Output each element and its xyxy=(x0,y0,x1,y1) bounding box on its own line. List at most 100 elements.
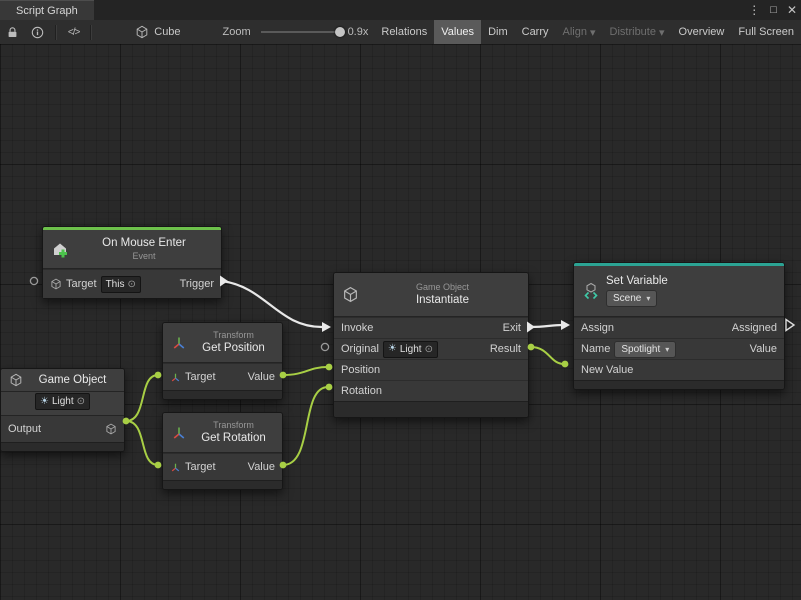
object-picker-icon[interactable]: ⊙ xyxy=(425,344,433,355)
transform-type-icon xyxy=(170,372,181,383)
assigned-port-label: Assigned xyxy=(732,322,777,334)
kebab-menu-icon[interactable]: ⋮ xyxy=(748,4,760,16)
name-port-label: Name xyxy=(581,343,610,355)
invoke-input-arrow-icon[interactable] xyxy=(322,322,331,332)
wire-output-to-getrotation-target[interactable] xyxy=(126,421,158,465)
node-instantiate[interactable]: Game Object Instantiate Invoke Exit Orig… xyxy=(333,272,529,418)
graph-toolbar: </> Cube Zoom 0.9x Relations Values Dim … xyxy=(0,20,801,45)
wire-result-to-new-value[interactable] xyxy=(531,347,564,364)
toolbar-separator xyxy=(55,25,57,40)
wire-trigger-to-invoke[interactable] xyxy=(222,281,322,327)
code-icon: </> xyxy=(68,27,79,38)
light-object-field[interactable]: ☀ Light ⊙ xyxy=(35,393,90,410)
graph-canvas[interactable]: On Mouse Enter Event Target This ⊙ Trigg… xyxy=(0,44,801,600)
tab-script-graph[interactable]: Script Graph xyxy=(0,0,94,21)
values-button[interactable]: Values xyxy=(434,20,481,44)
value-port-label: Value xyxy=(248,461,275,473)
toolbar-buttons: Relations Values Dim Carry Align ▾ Distr… xyxy=(374,20,801,44)
node-game-object-light[interactable]: Game Object ☀ Light ⊙ Output xyxy=(0,368,125,452)
button-label: Align xyxy=(563,26,587,38)
onmouseenter-target-port[interactable] xyxy=(30,277,37,284)
cube-icon xyxy=(135,25,149,39)
target-port-label: Target xyxy=(66,278,97,290)
dropdown-value: Scene xyxy=(613,293,641,304)
carry-button[interactable]: Carry xyxy=(515,20,556,44)
trigger-port-label: Trigger xyxy=(180,278,214,290)
variable-name-dropdown[interactable]: Spotlight ▾ xyxy=(614,341,676,358)
tab-label: Script Graph xyxy=(16,5,78,17)
relations-button[interactable]: Relations xyxy=(374,20,434,44)
transform-icon xyxy=(171,425,187,441)
getrotation-target-port[interactable] xyxy=(155,462,162,469)
node-title: Instantiate xyxy=(365,293,520,307)
node-on-mouse-enter[interactable]: On Mouse Enter Event Target This ⊙ Trigg… xyxy=(42,226,222,299)
node-get-position[interactable]: Transform Get Position Target Value xyxy=(162,322,283,400)
overview-button[interactable]: Overview xyxy=(672,20,732,44)
instantiate-rotation-port[interactable] xyxy=(326,384,333,391)
button-label: Distribute xyxy=(610,26,656,38)
target-port-label: Target xyxy=(185,461,216,473)
result-port-label: Result xyxy=(490,343,521,355)
object-field-value: This xyxy=(106,279,125,290)
value-port-label: Value xyxy=(750,343,777,355)
zoom-slider-handle[interactable] xyxy=(335,27,345,37)
target-object-field[interactable]: This ⊙ xyxy=(101,276,141,293)
new-value-port-label: New Value xyxy=(581,364,633,376)
node-category: Game Object xyxy=(365,282,520,293)
node-title: On Mouse Enter xyxy=(75,236,213,250)
maximize-icon[interactable]: □ xyxy=(770,5,777,16)
distribute-button[interactable]: Distribute ▾ xyxy=(603,20,672,44)
cube-icon xyxy=(9,373,23,387)
original-port-label: Original xyxy=(341,343,379,355)
setvariable-newvalue-port[interactable] xyxy=(562,361,569,368)
edit-script-icon[interactable]: </> xyxy=(62,20,85,44)
button-label: Full Screen xyxy=(738,26,794,38)
align-button[interactable]: Align ▾ xyxy=(556,20,603,44)
cube-icon xyxy=(342,286,359,303)
getposition-target-port[interactable] xyxy=(155,372,162,379)
assign-input-arrow-icon[interactable] xyxy=(561,320,570,330)
node-set-variable[interactable]: Set Variable Scene ▾ Assign Assigned Nam… xyxy=(573,262,785,390)
wire-rotation-value[interactable] xyxy=(283,387,328,465)
object-field-value: Light xyxy=(52,396,74,407)
info-icon[interactable] xyxy=(25,20,50,44)
wire-output-to-getposition-target[interactable] xyxy=(126,375,158,421)
button-label: Values xyxy=(441,26,474,38)
node-footer xyxy=(1,442,124,451)
wire-position-value[interactable] xyxy=(283,367,328,375)
node-title: Set Variable xyxy=(606,275,668,287)
node-footer xyxy=(163,480,282,489)
lock-icon[interactable] xyxy=(0,20,25,44)
original-object-field[interactable]: ☀ Light ⊙ xyxy=(383,341,438,358)
node-category: Transform xyxy=(193,330,274,341)
close-icon[interactable]: ✕ xyxy=(787,4,797,16)
zoom-value: 0.9x xyxy=(348,26,369,38)
fullscreen-button[interactable]: Full Screen xyxy=(731,20,801,44)
graph-owner[interactable]: Cube xyxy=(135,25,180,39)
exit-port-label: Exit xyxy=(503,322,521,334)
node-title: Get Rotation xyxy=(193,431,274,445)
object-picker-icon[interactable]: ⊙ xyxy=(77,396,85,407)
button-label: Relations xyxy=(381,26,427,38)
graph-owner-label: Cube xyxy=(154,26,180,38)
node-get-rotation[interactable]: Transform Get Rotation Target Value xyxy=(162,412,283,490)
object-picker-icon[interactable]: ⊙ xyxy=(127,279,135,290)
game-object-type-icon xyxy=(50,278,62,290)
wire-exit-to-assign[interactable] xyxy=(531,325,562,327)
dim-button[interactable]: Dim xyxy=(481,20,515,44)
zoom-label: Zoom xyxy=(223,26,251,38)
dropdown-value: Spotlight xyxy=(621,344,660,355)
assign-port-label: Assign xyxy=(581,322,614,334)
window-title-bar: Script Graph ⋮ □ ✕ xyxy=(0,0,801,21)
instantiate-original-port[interactable] xyxy=(321,343,328,350)
node-footer xyxy=(163,390,282,399)
assigned-output-port[interactable] xyxy=(786,320,794,331)
zoom-slider[interactable] xyxy=(261,31,340,33)
info-icon-glyph xyxy=(31,26,44,39)
node-category: Transform xyxy=(193,420,274,431)
variable-scope-dropdown[interactable]: Scene ▾ xyxy=(606,290,657,307)
node-subtitle: Event xyxy=(75,251,213,262)
toolbar-separator xyxy=(90,25,92,40)
instantiate-position-port[interactable] xyxy=(326,364,333,371)
transform-icon xyxy=(171,335,187,351)
